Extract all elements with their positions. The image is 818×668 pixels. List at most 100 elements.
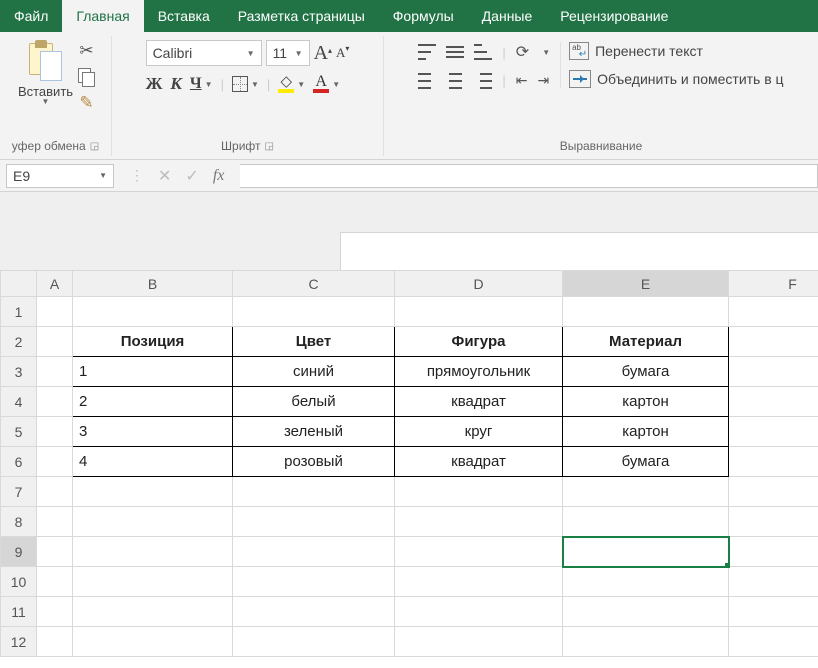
confirm-icon[interactable]: ✓ — [185, 166, 198, 186]
row-header[interactable]: 6 — [1, 447, 37, 477]
row-header[interactable]: 7 — [1, 477, 37, 507]
paste-button[interactable]: Вставить ▼ — [16, 36, 76, 106]
cell[interactable] — [729, 387, 818, 417]
grow-font-icon[interactable]: A▴ — [314, 42, 332, 65]
cell[interactable] — [395, 567, 563, 597]
row-header[interactable]: 12 — [1, 627, 37, 657]
fill-color-button[interactable]: ◇ ▼ — [278, 75, 305, 93]
cell[interactable]: круг — [395, 417, 563, 447]
tab-file[interactable]: Файл — [0, 0, 62, 32]
row-header[interactable]: 11 — [1, 597, 37, 627]
align-center-icon[interactable] — [446, 73, 464, 89]
cell[interactable] — [729, 597, 818, 627]
select-all-corner[interactable] — [1, 271, 37, 297]
cell[interactable]: квадрат — [395, 447, 563, 477]
cell[interactable] — [37, 387, 73, 417]
italic-button[interactable]: К — [170, 74, 182, 94]
copy-icon[interactable] — [78, 68, 96, 86]
tab-page-layout[interactable]: Разметка страницы — [224, 0, 379, 32]
cell[interactable] — [233, 627, 395, 657]
row-header[interactable]: 2 — [1, 327, 37, 357]
cell[interactable]: бумага — [563, 357, 729, 387]
col-header[interactable]: E — [563, 271, 729, 297]
tab-review[interactable]: Рецензирование — [546, 0, 682, 32]
formula-input[interactable] — [240, 164, 818, 188]
cell[interactable]: синий — [233, 357, 395, 387]
cell[interactable] — [233, 567, 395, 597]
cell[interactable] — [233, 477, 395, 507]
cell[interactable] — [395, 297, 563, 327]
cell[interactable] — [729, 507, 818, 537]
cell[interactable] — [73, 507, 233, 537]
cell[interactable] — [729, 627, 818, 657]
col-header[interactable]: B — [73, 271, 233, 297]
font-dialog-icon[interactable]: ◲ — [265, 141, 274, 152]
row-header[interactable]: 9 — [1, 537, 37, 567]
cell[interactable]: розовый — [233, 447, 395, 477]
cell[interactable]: квадрат — [395, 387, 563, 417]
cell[interactable]: 3 — [73, 417, 233, 447]
cell[interactable] — [37, 447, 73, 477]
cell[interactable] — [563, 507, 729, 537]
cancel-icon[interactable]: ✕ — [158, 166, 171, 186]
cell[interactable] — [729, 417, 818, 447]
cell[interactable] — [37, 537, 73, 567]
cell[interactable] — [729, 477, 818, 507]
col-header[interactable]: D — [395, 271, 563, 297]
cell[interactable] — [563, 627, 729, 657]
cell[interactable] — [729, 447, 818, 477]
cell[interactable] — [73, 477, 233, 507]
cell[interactable] — [73, 537, 233, 567]
merge-center-button[interactable]: Объединить и поместить в ц — [569, 70, 783, 88]
tab-insert[interactable]: Вставка — [144, 0, 224, 32]
cell[interactable] — [563, 597, 729, 627]
cut-icon[interactable]: ✂ — [78, 42, 96, 60]
row-header[interactable]: 3 — [1, 357, 37, 387]
cell[interactable]: Материал — [563, 327, 729, 357]
cell[interactable] — [395, 627, 563, 657]
row-header[interactable]: 8 — [1, 507, 37, 537]
row-header[interactable]: 5 — [1, 417, 37, 447]
cell[interactable] — [233, 297, 395, 327]
cell[interactable] — [729, 327, 818, 357]
cell[interactable]: белый — [233, 387, 395, 417]
cell[interactable] — [73, 297, 233, 327]
cell[interactable] — [37, 327, 73, 357]
cell[interactable] — [37, 357, 73, 387]
increase-indent-icon[interactable]: ⇥ — [538, 72, 550, 89]
col-header[interactable]: A — [37, 271, 73, 297]
tab-data[interactable]: Данные — [468, 0, 547, 32]
tab-home[interactable]: Главная — [62, 0, 143, 32]
align-right-icon[interactable] — [474, 73, 492, 89]
row-header[interactable]: 4 — [1, 387, 37, 417]
cell[interactable]: Фигура — [395, 327, 563, 357]
cell[interactable] — [73, 597, 233, 627]
cell[interactable] — [37, 507, 73, 537]
font-size-select[interactable]: 11 ▼ — [266, 40, 310, 66]
align-top-icon[interactable] — [418, 44, 436, 60]
align-left-icon[interactable] — [418, 73, 436, 89]
row-header[interactable]: 1 — [1, 297, 37, 327]
cell[interactable]: Цвет — [233, 327, 395, 357]
bold-button[interactable]: Ж — [146, 74, 163, 94]
wrap-text-button[interactable]: Перенести текст — [569, 42, 783, 60]
cell[interactable] — [395, 597, 563, 627]
cell[interactable]: прямоугольник — [395, 357, 563, 387]
cell[interactable] — [563, 477, 729, 507]
cell[interactable]: 4 — [73, 447, 233, 477]
cell[interactable] — [395, 507, 563, 537]
align-middle-icon[interactable] — [446, 44, 464, 60]
format-painter-icon[interactable]: ✎ — [78, 94, 96, 112]
col-header[interactable]: C — [233, 271, 395, 297]
font-name-select[interactable]: Calibri ▼ — [146, 40, 262, 66]
cell[interactable] — [729, 357, 818, 387]
cell[interactable]: бумага — [563, 447, 729, 477]
cell[interactable] — [395, 537, 563, 567]
cell[interactable]: 2 — [73, 387, 233, 417]
col-header[interactable]: F — [729, 271, 818, 297]
cell[interactable] — [37, 297, 73, 327]
cell[interactable] — [563, 567, 729, 597]
font-color-button[interactable]: A ▼ — [313, 75, 340, 93]
cell[interactable] — [729, 297, 818, 327]
cell[interactable] — [563, 537, 729, 567]
